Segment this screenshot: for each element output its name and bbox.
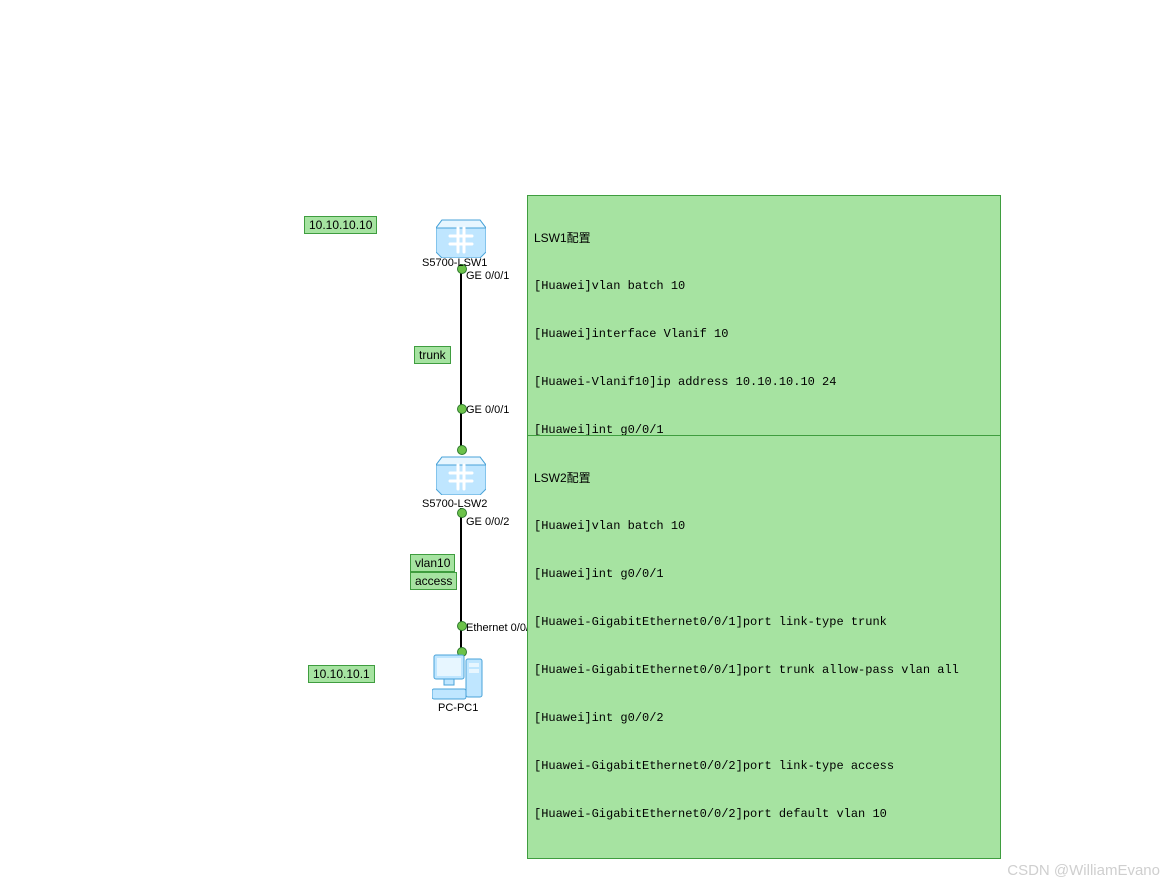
device-label-lsw1: S5700-LSW1 — [422, 257, 487, 269]
port-label-pc1-eth001: Ethernet 0/0/1 — [466, 622, 535, 634]
text: 10.10.10.10 — [309, 218, 372, 232]
text: 10.10.10.1 — [313, 667, 370, 681]
config-line: [Huawei-GigabitEthernet0/0/2]port link-t… — [534, 758, 994, 774]
link-tag-access: access — [410, 572, 457, 590]
pc-icon-pc1[interactable] — [432, 651, 488, 701]
topology-canvas: 10.10.10.10 trunk vlan10 access 10.10.10… — [0, 0, 1172, 887]
port-label-lsw1-ge001: GE 0/0/1 — [466, 270, 509, 282]
config-title: LSW1配置 — [534, 230, 994, 246]
config-line: [Huawei]interface Vlanif 10 — [534, 326, 994, 342]
link-tag-vlan10: vlan10 — [410, 554, 455, 572]
config-line: [Huawei]vlan batch 10 — [534, 518, 994, 534]
config-line: [Huawei]vlan batch 10 — [534, 278, 994, 294]
config-line: [Huawei-GigabitEthernet0/0/1]port trunk … — [534, 662, 994, 678]
config-line: [Huawei-Vlanif10]ip address 10.10.10.10 … — [534, 374, 994, 390]
text: access — [415, 574, 452, 588]
config-line: [Huawei-GigabitEthernet0/0/2]port defaul… — [534, 806, 994, 822]
config-line: [Huawei]int g0/0/2 — [534, 710, 994, 726]
link-lsw2-pc1 — [460, 508, 462, 653]
lsw1-ip-label: 10.10.10.10 — [304, 216, 377, 234]
watermark: CSDN @WilliamEvano — [1007, 862, 1160, 879]
config-box-lsw2: LSW2配置 [Huawei]vlan batch 10 [Huawei]int… — [527, 435, 1001, 859]
link-tag-trunk: trunk — [414, 346, 451, 364]
text: vlan10 — [415, 556, 450, 570]
pc1-ip-label: 10.10.10.1 — [308, 665, 375, 683]
port-label-lsw2-ge001: GE 0/0/1 — [466, 404, 509, 416]
device-label-pc1: PC-PC1 — [438, 702, 478, 714]
config-title: LSW2配置 — [534, 470, 994, 486]
port-label-lsw2-ge002: GE 0/0/2 — [466, 516, 509, 528]
link-lsw1-lsw2 — [460, 264, 462, 452]
switch-icon-lsw1[interactable] — [436, 214, 486, 258]
config-line: [Huawei]int g0/0/1 — [534, 566, 994, 582]
device-label-lsw2: S5700-LSW2 — [422, 498, 487, 510]
text: trunk — [419, 348, 446, 362]
switch-icon-lsw2[interactable] — [436, 451, 486, 495]
config-line: [Huawei-GigabitEthernet0/0/1]port link-t… — [534, 614, 994, 630]
